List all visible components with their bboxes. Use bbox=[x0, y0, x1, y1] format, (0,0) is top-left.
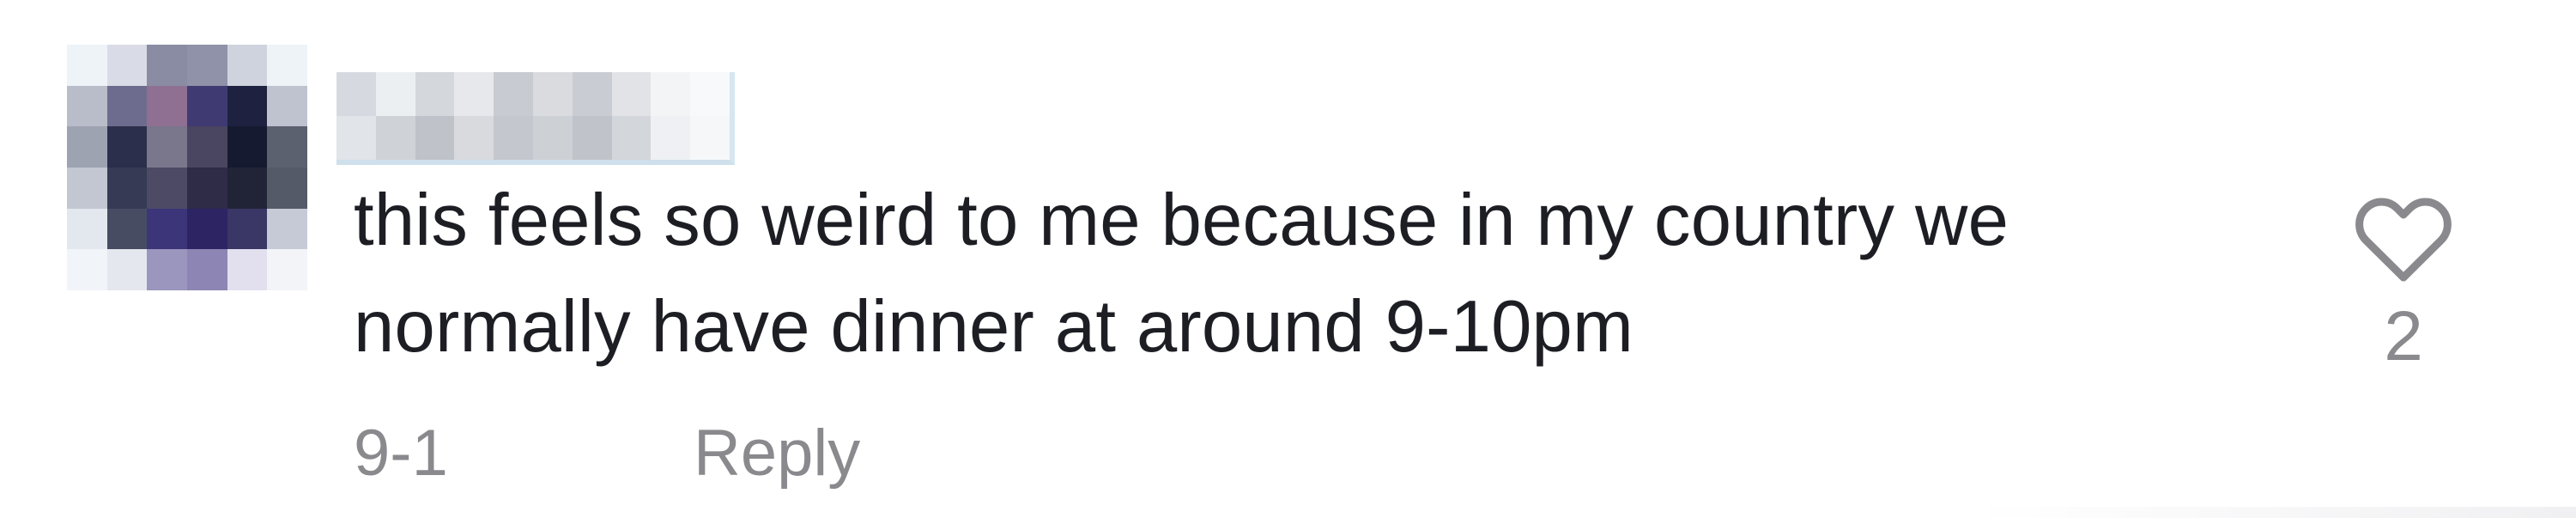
username-redacted[interactable] bbox=[336, 72, 735, 165]
bottom-divider bbox=[1974, 507, 2576, 518]
heart-outline-icon[interactable] bbox=[2352, 191, 2455, 285]
comment-text: this feels so weird to me because in my … bbox=[354, 180, 2009, 368]
reply-button[interactable]: Reply bbox=[694, 411, 860, 497]
like-count: 2 bbox=[2384, 297, 2423, 375]
comment-date: 9-1 bbox=[354, 417, 448, 490]
avatar[interactable] bbox=[67, 45, 307, 290]
like-button[interactable]: 2 bbox=[2343, 191, 2464, 397]
comment-item: this feels so weird to me because in my … bbox=[0, 0, 2576, 518]
